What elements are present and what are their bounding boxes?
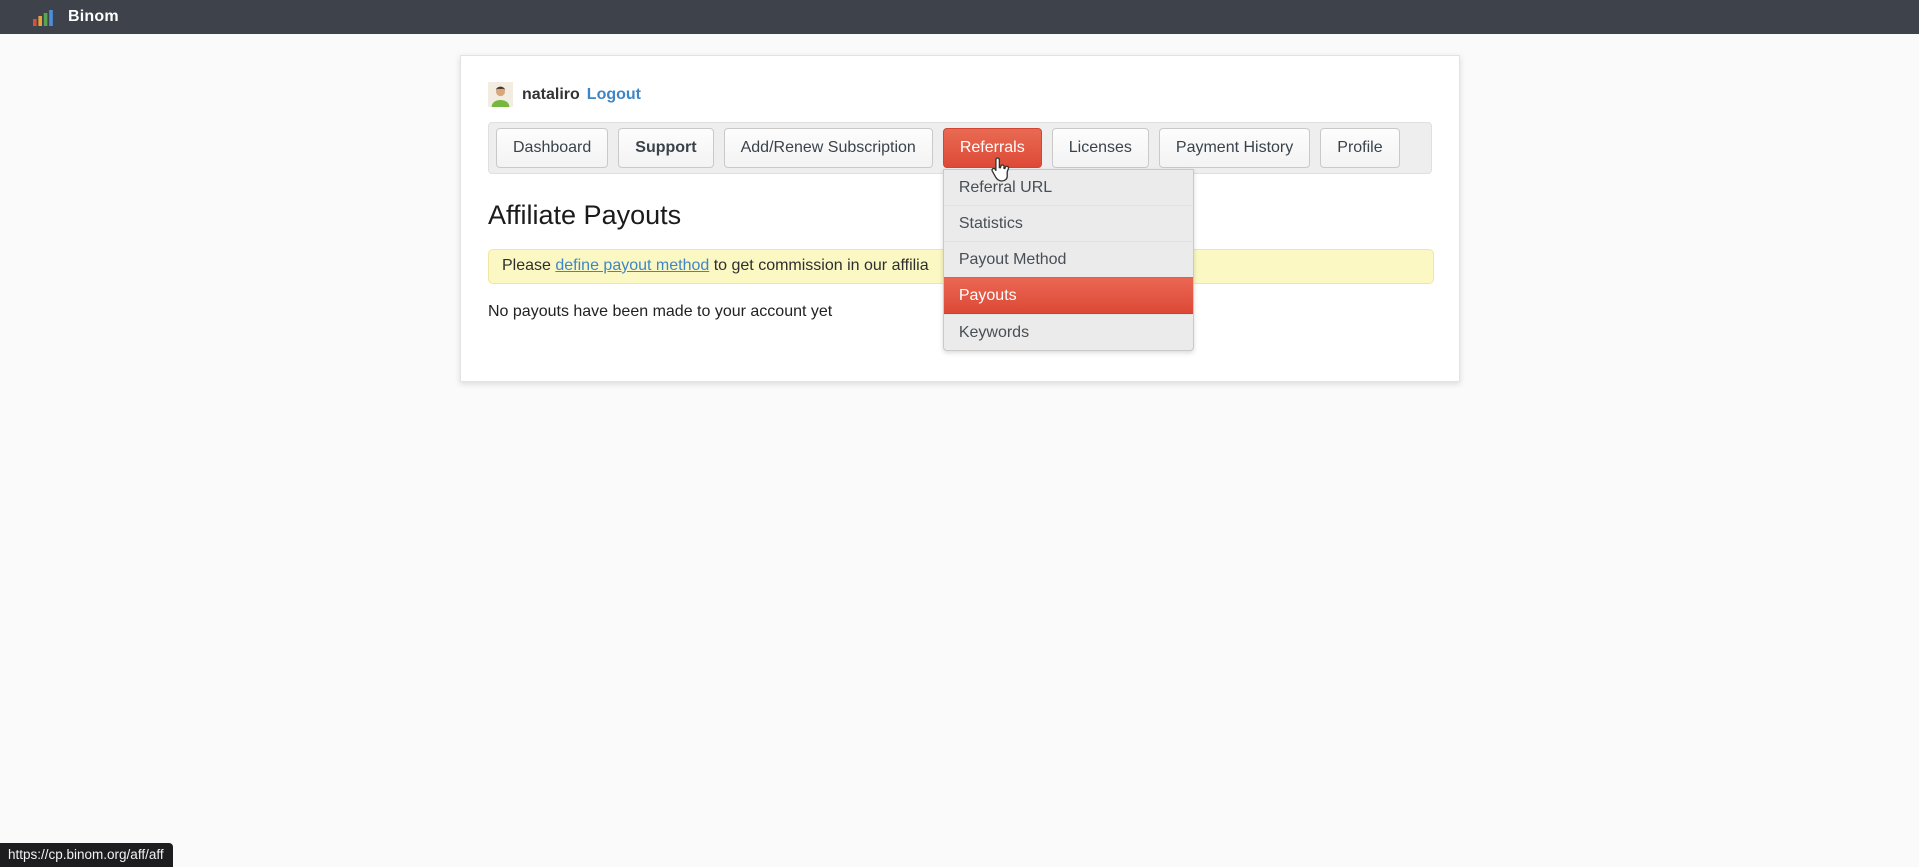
logout-link[interactable]: Logout [587,86,641,104]
main-card: nataliro Logout Dashboard Support Add/Re… [460,55,1460,382]
notice-text-suffix: to get commission in our affilia [714,257,929,274]
nav-tab-profile[interactable]: Profile [1320,128,1399,168]
nav-tab-payment-history[interactable]: Payment History [1159,128,1310,168]
bar-chart-logo-icon [33,9,54,26]
nav-referrals-wrap: Referrals Referral URL Statistics Payout… [943,128,1042,168]
menu-item-statistics[interactable]: Statistics [944,205,1193,241]
nav-tab-referrals[interactable]: Referrals [943,128,1042,168]
username-label: nataliro [522,86,580,104]
link-url-preview: https://cp.binom.org/aff/aff [0,843,173,867]
notice-text-prefix: Please [502,257,551,274]
menu-item-keywords[interactable]: Keywords [944,314,1193,350]
referrals-dropdown-menu: Referral URL Statistics Payout Method Pa… [943,169,1194,351]
define-payout-method-link[interactable]: define payout method [555,257,709,274]
user-row: nataliro Logout [488,82,1432,107]
menu-item-payout-method[interactable]: Payout Method [944,241,1193,277]
nav-tab-dashboard[interactable]: Dashboard [496,128,608,168]
topbar: Binom [0,0,1919,34]
nav-bar: Dashboard Support Add/Renew Subscription… [488,122,1432,174]
menu-item-payouts[interactable]: Payouts [944,277,1193,314]
nav-tab-support[interactable]: Support [618,128,713,168]
brand-logo-text[interactable]: Binom [68,8,119,26]
user-avatar [488,82,513,107]
nav-tab-add-renew-subscription[interactable]: Add/Renew Subscription [724,128,933,168]
nav-tab-licenses[interactable]: Licenses [1052,128,1149,168]
menu-item-referral-url[interactable]: Referral URL [944,170,1193,205]
